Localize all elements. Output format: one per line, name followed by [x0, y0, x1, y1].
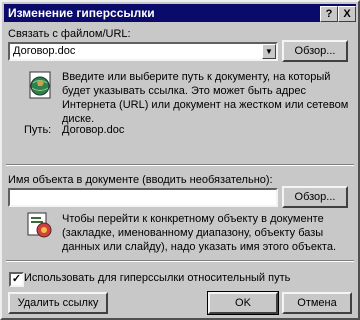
location-browse-button[interactable]: Обзор... [282, 186, 348, 208]
link-to-combobox[interactable]: Договор.doc ▼ [8, 42, 278, 61]
path-value: Договор.doc [62, 124, 125, 136]
remove-link-button[interactable]: Удалить ссылку [8, 292, 108, 314]
help-button[interactable]: ? [320, 6, 338, 22]
link-to-label: Связать с файлом/URL: [8, 28, 131, 40]
relative-path-label: Использовать для гиперссылки относительн… [24, 272, 291, 284]
path-label: Путь: [24, 124, 52, 136]
edit-hyperlink-dialog: Изменение гиперссылки ? X Связать с файл… [0, 0, 360, 320]
section-divider-2 [6, 260, 354, 262]
title-bar: Изменение гиперссылки ? X [4, 4, 356, 22]
document-location-icon [24, 210, 56, 242]
chevron-down-icon[interactable]: ▼ [262, 44, 276, 59]
section-divider [6, 164, 354, 166]
ok-button[interactable]: OK [207, 291, 279, 315]
location-hint-text: Чтобы перейти к конкретному объекту в до… [62, 213, 337, 253]
dialog-title: Изменение гиперссылки [8, 6, 155, 20]
link-browse-button[interactable]: Обзор... [282, 40, 348, 62]
close-button[interactable]: X [338, 6, 356, 22]
link-to-value: Договор.doc [13, 45, 76, 57]
globe-document-icon [24, 70, 56, 102]
link-hint-text: Введите или выберите путь к документу, н… [62, 71, 349, 125]
cancel-button[interactable]: Отмена [282, 292, 352, 314]
relative-path-checkbox[interactable]: ✓ [9, 272, 24, 287]
named-location-input[interactable] [8, 188, 278, 207]
named-location-label: Имя объекта в документе (вводить необяза… [8, 174, 273, 186]
